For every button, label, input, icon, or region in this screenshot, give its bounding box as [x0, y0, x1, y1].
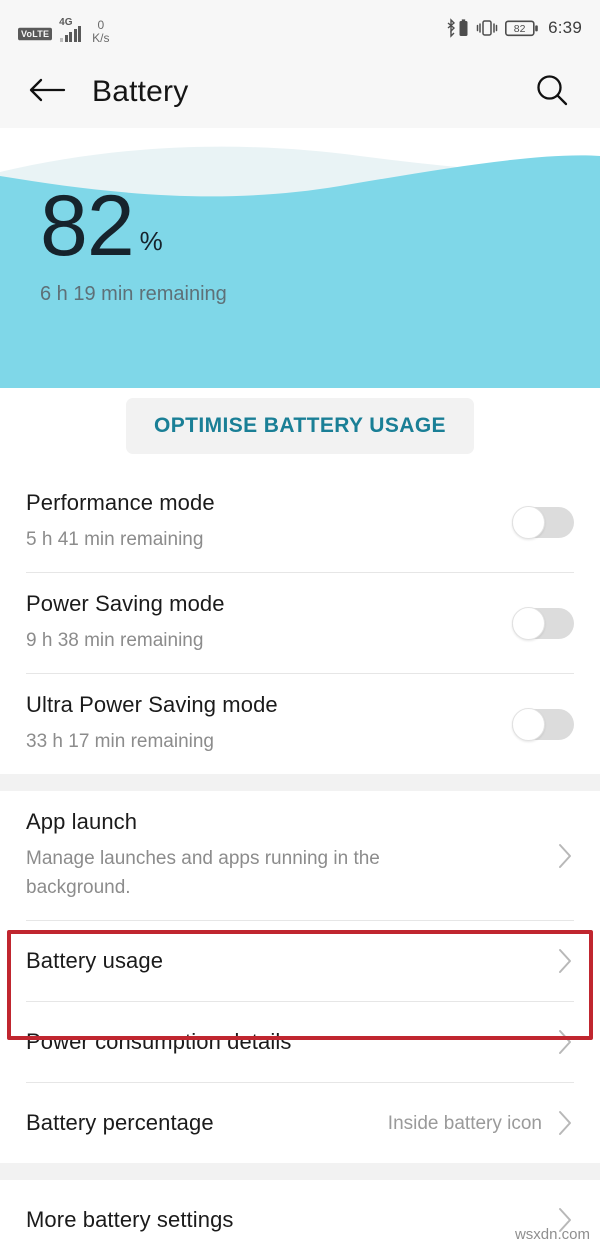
- network-speed-indicator: 0 K/s: [92, 19, 109, 45]
- list-item-title: Battery usage: [26, 948, 164, 973]
- status-bar-left: VoLTE 4G 0 K/s: [18, 11, 110, 45]
- optimise-battery-usage-button[interactable]: OPTIMISE BATTERY USAGE: [126, 398, 474, 454]
- search-icon: [534, 72, 570, 113]
- search-button[interactable]: [530, 70, 574, 114]
- bluetooth-icon: [445, 18, 469, 38]
- list-item-subtitle: 5 h 41 min remaining: [26, 529, 204, 550]
- battery-icon: 82: [505, 19, 539, 38]
- row-text-block: Battery percentage: [26, 1092, 387, 1154]
- list-item-app-launch[interactable]: App launch Manage launches and apps runn…: [0, 791, 600, 920]
- signal-bars-icon: 4G: [59, 17, 85, 42]
- back-button[interactable]: [26, 71, 68, 113]
- list-item-battery-usage[interactable]: Battery usage: [0, 921, 600, 1001]
- battery-settings-screen: VoLTE 4G 0 K/s 82 6:39 Battery 82 % 6 h …: [0, 0, 600, 1249]
- status-bar-clock: 6:39: [548, 18, 582, 37]
- network-speed-unit: K/s: [92, 31, 110, 45]
- bluetooth-battery-icon: [459, 19, 468, 36]
- list-item-title: Power Saving mode: [26, 591, 225, 616]
- back-arrow-icon: [28, 76, 66, 109]
- performance-mode-toggle[interactable]: [512, 505, 574, 539]
- battery-percent-value: 82: [40, 178, 135, 274]
- row-text-block: Performance mode 5 h 41 min remaining: [26, 472, 496, 572]
- chevron-right-icon: [556, 946, 574, 976]
- ultra-power-saving-mode-toggle[interactable]: [512, 707, 574, 741]
- battery-percent-row: 82 %: [40, 178, 227, 274]
- list-item-more-battery-settings[interactable]: More battery settings: [0, 1180, 600, 1249]
- status-bar: VoLTE 4G 0 K/s 82 6:39: [0, 0, 600, 56]
- chevron-right-icon: [556, 841, 574, 871]
- chevron-right-icon: [556, 1027, 574, 1057]
- watermark: wsxdn.com: [514, 1226, 590, 1243]
- list-item-title: Performance mode: [26, 490, 215, 515]
- row-text-block: Power Saving mode 9 h 38 min remaining: [26, 573, 496, 673]
- battery-level-block: 82 % 6 h 19 min remaining: [40, 178, 227, 306]
- section-gap: [0, 1163, 600, 1180]
- vibrate-icon: [476, 18, 498, 38]
- row-text-block: App launch Manage launches and apps runn…: [26, 791, 542, 920]
- list-item-title: App launch: [26, 809, 138, 834]
- settings-list: Performance mode 5 h 41 min remaining Po…: [0, 472, 600, 1249]
- list-item-ultra-power-saving-mode[interactable]: Ultra Power Saving mode 33 h 17 min rema…: [0, 674, 600, 774]
- chevron-right-icon: [556, 1108, 574, 1138]
- list-item-subtitle: 33 h 17 min remaining: [26, 731, 214, 752]
- power-saving-mode-toggle[interactable]: [512, 606, 574, 640]
- list-item-title: Ultra Power Saving mode: [26, 692, 278, 717]
- toggle-knob: [512, 606, 545, 640]
- svg-text:82: 82: [514, 23, 526, 35]
- row-text-block: Power consumption details: [26, 1011, 542, 1073]
- battery-remaining-text: 6 h 19 min remaining: [40, 283, 227, 305]
- volte-badge: VoLTE: [18, 27, 53, 41]
- page-title: Battery: [92, 75, 189, 108]
- list-item-subtitle: Manage launches and apps running in the …: [26, 848, 380, 898]
- app-bar: Battery: [0, 56, 600, 128]
- section-gap: [0, 774, 600, 791]
- list-item-subtitle: 9 h 38 min remaining: [26, 630, 204, 651]
- battery-hero-panel: 82 % 6 h 19 min remaining: [0, 128, 600, 388]
- list-item-title: More battery settings: [26, 1207, 234, 1232]
- optimise-button-container: OPTIMISE BATTERY USAGE: [0, 398, 600, 454]
- toggle-knob: [512, 505, 545, 539]
- list-item-power-saving-mode[interactable]: Power Saving mode 9 h 38 min remaining: [0, 573, 600, 673]
- status-bar-right: 82 6:39: [445, 18, 582, 38]
- signal-bars-glyph: [60, 26, 82, 42]
- list-item-value: Inside battery icon: [387, 1112, 542, 1134]
- toggle-knob: [512, 707, 545, 741]
- percent-symbol: %: [139, 226, 163, 256]
- list-item-power-consumption-details[interactable]: Power consumption details: [0, 1002, 600, 1082]
- row-text-block: Ultra Power Saving mode 33 h 17 min rema…: [26, 674, 496, 774]
- list-item-title: Power consumption details: [26, 1029, 292, 1054]
- list-item-title: Battery percentage: [26, 1110, 214, 1135]
- row-text-block: Battery usage: [26, 930, 542, 992]
- row-text-block: More battery settings: [26, 1189, 542, 1249]
- list-item-battery-percentage[interactable]: Battery percentage Inside battery icon: [0, 1083, 600, 1163]
- list-item-performance-mode[interactable]: Performance mode 5 h 41 min remaining: [0, 472, 600, 572]
